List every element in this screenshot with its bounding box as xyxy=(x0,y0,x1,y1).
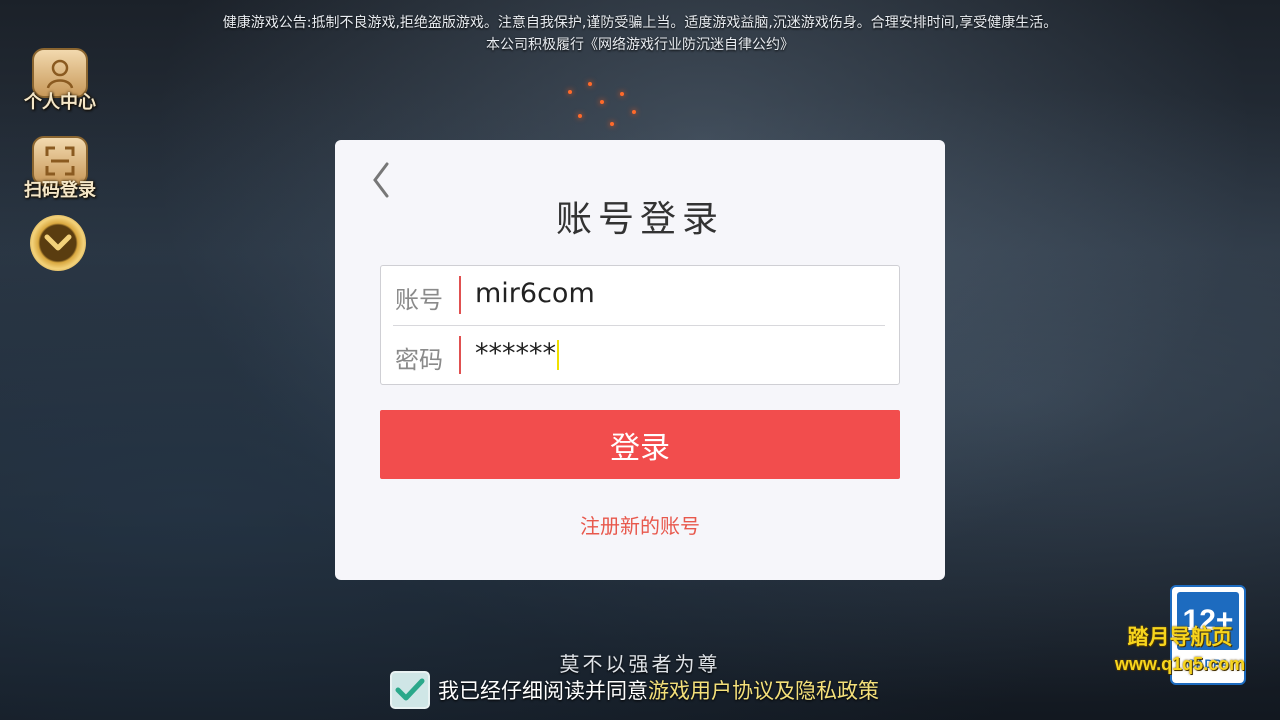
field-separator xyxy=(459,336,461,374)
account-label: 账号 xyxy=(395,286,443,314)
watermark-name: 踏月导航页 xyxy=(1127,626,1233,649)
site-watermark: 踏月导航页 www.q1q5.com xyxy=(1090,624,1270,676)
page-title: 账号登录 xyxy=(555,199,724,240)
login-button[interactable]: 登录 xyxy=(380,410,900,479)
field-separator xyxy=(459,276,461,314)
health-notice-line2: 本公司积极履行《网络游戏行业防沉迷自律公约》 xyxy=(486,37,794,53)
password-label: 密码 xyxy=(395,346,443,374)
password-value: ****** xyxy=(475,338,556,369)
account-row: 账号 mir6com xyxy=(381,266,899,324)
text-caret xyxy=(557,339,559,370)
sidebar-collapse-button[interactable] xyxy=(30,215,86,271)
sidebar-item-scan-login[interactable]: 扫码登录 xyxy=(18,136,102,202)
register-link[interactable]: 注册新的账号 xyxy=(335,510,945,539)
sidebar-item-user-center[interactable]: 个人中心 xyxy=(18,48,102,114)
checkmark-icon xyxy=(395,678,425,701)
login-card: 账号登录 账号 mir6com 密码 ****** 登录 注册新的账号 xyxy=(335,140,945,580)
agreement-row: 我已经仔细阅读并同意 游戏用户协议及隐私政策 xyxy=(390,671,879,709)
sidebar-item-label: 个人中心 xyxy=(24,92,96,113)
chevron-down-icon xyxy=(44,234,72,251)
health-notice: 健康游戏公告:抵制不良游戏,拒绝盗版游戏。注意自我保护,谨防受骗上当。适度游戏益… xyxy=(0,12,1280,56)
agreement-text: 我已经仔细阅读并同意 xyxy=(438,679,648,703)
agreement-policy-link[interactable]: 游戏用户协议及隐私政策 xyxy=(648,675,879,705)
watermark-url: www.q1q5.com xyxy=(1114,654,1246,674)
password-row: 密码 ****** xyxy=(381,326,899,384)
password-input[interactable]: ****** xyxy=(475,338,559,370)
credentials-box: 账号 mir6com 密码 ****** xyxy=(380,265,900,385)
health-notice-line1: 健康游戏公告:抵制不良游戏,拒绝盗版游戏。注意自我保护,谨防受骗上当。适度游戏益… xyxy=(222,15,1058,31)
agreement-checkbox[interactable] xyxy=(390,671,430,709)
sidebar-item-label: 扫码登录 xyxy=(24,180,96,201)
account-input[interactable]: mir6com xyxy=(475,278,595,309)
background-embers xyxy=(560,70,650,140)
